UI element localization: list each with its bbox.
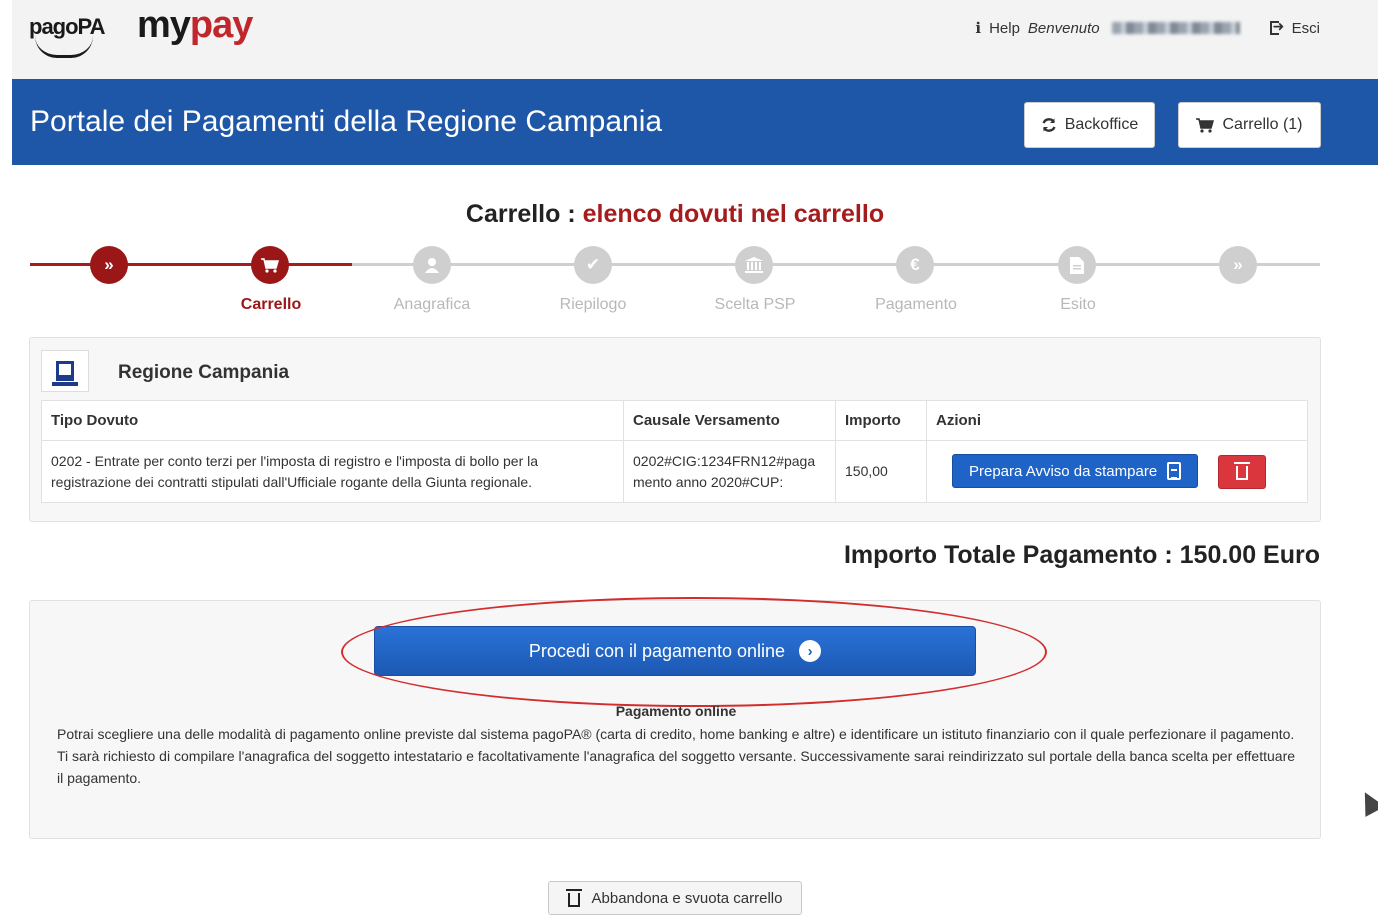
region-coat-of-arms-icon bbox=[41, 350, 89, 392]
entity-name: Regione Campania bbox=[118, 362, 290, 383]
welcome-text: Benvenuto bbox=[1027, 19, 1100, 37]
payment-panel: Procedi con il pagamento online › Pagame… bbox=[29, 597, 1321, 839]
payment-description-line-1: Potrai scegliere una delle modalità di p… bbox=[57, 726, 1295, 742]
info-icon: ℹ bbox=[975, 20, 982, 37]
logout-link[interactable]: Esci bbox=[1269, 18, 1320, 37]
portal-header: Portale dei Pagamenti della Regione Camp… bbox=[12, 79, 1378, 165]
column-header-causale: Causale Versamento bbox=[623, 400, 836, 441]
pagopa-swoosh-icon bbox=[35, 36, 93, 58]
sign-out-icon bbox=[1269, 18, 1286, 35]
step-label-riepilogo: Riepilogo bbox=[559, 296, 627, 313]
step-end-icon: » bbox=[1219, 246, 1257, 284]
step-bank-icon bbox=[735, 246, 773, 284]
cart-panel: Regione Campania Tipo Dovuto Causale Ver… bbox=[29, 337, 1321, 522]
step-label-anagrafica: Anagrafica bbox=[393, 296, 471, 313]
step-euro-icon: € bbox=[896, 246, 934, 284]
portal-title: Portale dei Pagamenti della Regione Camp… bbox=[30, 105, 663, 138]
abandon-cart-button[interactable]: Abbandona e svuota carrello bbox=[548, 881, 802, 915]
mouse-cursor-icon bbox=[1356, 788, 1378, 816]
proceed-payment-button[interactable]: Procedi con il pagamento online › bbox=[374, 626, 976, 676]
stepper-progress-line bbox=[30, 263, 352, 266]
step-document-icon bbox=[1058, 246, 1096, 284]
pagopa-logo[interactable]: pagoPA bbox=[29, 14, 105, 58]
user-menu: ℹ Help Benvenuto Esci bbox=[975, 18, 1320, 37]
mypay-logo-pay: pay bbox=[189, 4, 253, 46]
cart-label: Carrello (1) bbox=[1222, 116, 1303, 133]
column-header-importo: Importo bbox=[835, 400, 927, 441]
step-label-carrello: Carrello bbox=[240, 296, 302, 313]
page-title: Carrello : elenco dovuti nel carrello bbox=[0, 200, 1350, 229]
logout-label: Esci bbox=[1291, 19, 1320, 37]
print-notice-label: Prepara Avviso da stampare bbox=[969, 462, 1158, 480]
step-cart-icon bbox=[251, 246, 289, 284]
redacted-username bbox=[1111, 22, 1240, 34]
cart-button[interactable]: Carrello (1) bbox=[1178, 102, 1321, 148]
total-amount: Importo Totale Pagamento : 150.00 Euro bbox=[843, 541, 1320, 569]
top-bar: pagoPA mypay ℹ Help Benvenuto Esci bbox=[12, 0, 1378, 79]
shopping-cart-icon bbox=[1196, 118, 1215, 133]
delete-item-button[interactable] bbox=[1218, 454, 1267, 489]
abandon-cart-label: Abbandona e svuota carrello bbox=[591, 889, 783, 907]
payment-subtitle: Pagamento online bbox=[615, 703, 737, 719]
chevron-right-circle-icon: › bbox=[799, 640, 822, 662]
column-header-azioni: Azioni bbox=[926, 400, 1308, 441]
backoffice-button[interactable]: Backoffice bbox=[1024, 102, 1155, 148]
step-label-esito: Esito bbox=[1060, 296, 1096, 313]
mypay-logo[interactable]: mypay bbox=[137, 4, 253, 47]
step-start-icon: » bbox=[90, 246, 128, 284]
refresh-icon bbox=[1042, 118, 1056, 132]
proceed-payment-label: Procedi con il pagamento online bbox=[528, 640, 786, 661]
payment-description-line-2: Ti sarà richiesto di compilare l'anagraf… bbox=[57, 748, 1296, 786]
help-link[interactable]: Help bbox=[989, 20, 1020, 37]
cell-tipo-dovuto: 0202 - Entrate per conto terzi per l'imp… bbox=[41, 440, 624, 503]
column-header-tipo-dovuto: Tipo Dovuto bbox=[41, 400, 624, 441]
step-label-scelta-psp: Scelta PSP bbox=[714, 296, 796, 313]
backoffice-label: Backoffice bbox=[1064, 116, 1139, 133]
step-label-pagamento: Pagamento bbox=[875, 296, 957, 313]
cart-table: Tipo Dovuto Causale Versamento Importo A… bbox=[41, 400, 1308, 503]
cell-causale: 0202#CIG:1234FRN12#pagamento anno 2020#C… bbox=[623, 440, 836, 503]
cell-importo: 150,00 bbox=[835, 440, 927, 503]
mypay-logo-my: my bbox=[137, 4, 191, 46]
trash-icon bbox=[1234, 462, 1251, 481]
cart-table-header: Tipo Dovuto Causale Versamento Importo A… bbox=[41, 400, 1308, 441]
page-title-prefix: Carrello : bbox=[465, 200, 583, 228]
table-row: 0202 - Entrate per conto terzi per l'imp… bbox=[41, 440, 1308, 503]
cell-azioni: Prepara Avviso da stampare bbox=[926, 440, 1308, 503]
print-notice-button[interactable]: Prepara Avviso da stampare bbox=[952, 454, 1199, 489]
step-check-icon: ✔ bbox=[574, 246, 612, 284]
payment-description: Potrai scegliere una delle modalità di p… bbox=[57, 723, 1297, 789]
document-icon bbox=[1167, 462, 1182, 481]
trash-icon bbox=[565, 888, 582, 907]
page-title-accent: elenco dovuti nel carrello bbox=[582, 200, 885, 228]
step-user-icon bbox=[413, 246, 451, 284]
stepper-remaining-line bbox=[352, 263, 1320, 266]
